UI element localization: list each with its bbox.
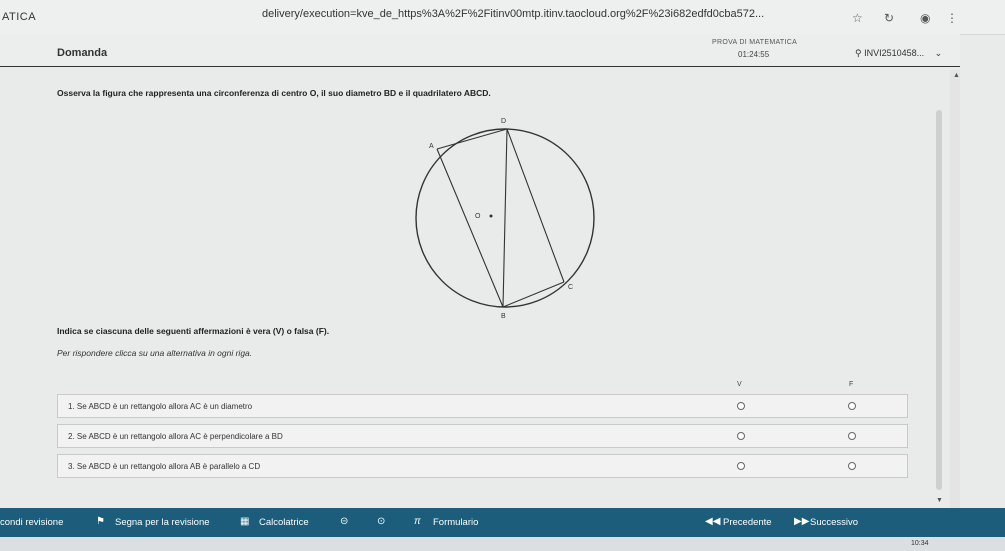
label-C: C: [568, 284, 573, 291]
exam-timer: 01:24:55: [738, 50, 770, 59]
statement-text: 3. Se ABCD è un rettangolo allora AB è p…: [68, 462, 261, 471]
statement-text: 1. Se ABCD è un rettangolo allora AC è u…: [68, 402, 253, 411]
scroll-down-icon[interactable]: ▼: [936, 497, 943, 504]
next-button[interactable]: Successivo: [810, 517, 858, 528]
circle-figure: D A O C B: [415, 118, 595, 320]
question-text: Osserva la figura che rappresenta una ci…: [57, 88, 491, 98]
zoom-out-icon[interactable]: ⊝: [340, 516, 348, 527]
radio-false-1[interactable]: [848, 402, 856, 410]
scrollbar-track[interactable]: [950, 70, 960, 508]
instruction-text: Indica se ciascuna delle seguenti afferm…: [57, 326, 330, 336]
previous-icon: ◀◀: [705, 516, 721, 527]
column-header-false: F: [849, 381, 854, 388]
label-A: A: [429, 143, 434, 150]
next-icon: ▶▶: [794, 516, 810, 527]
radio-true-2[interactable]: [737, 432, 745, 440]
scroll-up-icon[interactable]: ▲: [953, 72, 960, 79]
radio-true-1[interactable]: [737, 402, 745, 410]
kebab-menu-icon[interactable]: ⋮: [946, 11, 958, 25]
calculator-icon: ▦: [240, 516, 250, 527]
calculator-button[interactable]: Calcolatrice: [259, 517, 309, 528]
statement-row-1: 1. Se ABCD è un rettangolo allora AC è u…: [57, 394, 908, 418]
segment-BC: [502, 281, 565, 308]
label-O: O: [475, 213, 481, 220]
segment-AB: [436, 148, 504, 308]
scrollbar-thumb[interactable]: [936, 110, 942, 490]
segment-DB: [502, 128, 508, 308]
browser-toolbar: ATICA delivery/execution=kve_de_https%3A…: [0, 0, 1005, 35]
bottom-toolbar: condi revisione ⚑ Segna per la revisione…: [0, 508, 1005, 537]
center-point: [489, 214, 493, 218]
column-header-true: V: [737, 381, 742, 388]
radio-false-2[interactable]: [848, 432, 856, 440]
pi-icon: π: [414, 516, 421, 527]
profile-icon[interactable]: ◉: [920, 11, 930, 25]
statement-row-3: 3. Se ABCD è un rettangolo allora AB è p…: [57, 454, 908, 478]
statement-text: 2. Se ABCD è un rettangolo allora AC è p…: [68, 432, 283, 441]
chevron-down-icon: ⌄: [934, 48, 943, 58]
previous-button[interactable]: Precedente: [723, 517, 772, 528]
user-menu[interactable]: ⚲ INVI2510458... ⌄: [855, 48, 942, 59]
exam-title: PROVA DI MATEMATICA: [712, 39, 798, 46]
taskbar-clock: 10:34: [911, 540, 929, 547]
browser-tab-label[interactable]: ATICA: [2, 11, 36, 23]
formulario-button[interactable]: Formulario: [433, 517, 478, 528]
label-D: D: [501, 118, 506, 125]
os-taskbar: 10:34: [0, 537, 1005, 551]
radio-true-3[interactable]: [737, 462, 745, 470]
mark-review-button[interactable]: Segna per la revisione: [115, 517, 210, 528]
label-B: B: [501, 313, 506, 320]
radio-false-3[interactable]: [848, 462, 856, 470]
hint-text: Per rispondere clicca su una alternativa…: [57, 348, 253, 358]
zoom-in-icon[interactable]: ⊙: [377, 516, 385, 527]
review-button[interactable]: condi revisione: [0, 517, 63, 528]
address-bar[interactable]: delivery/execution=kve_de_https%3A%2F%2F…: [262, 8, 764, 20]
flag-icon: ⚑: [96, 516, 105, 527]
user-id: INVI2510458...: [864, 48, 925, 58]
statement-row-2: 2. Se ABCD è un rettangolo allora AC è p…: [57, 424, 908, 448]
user-icon: ⚲: [855, 48, 862, 58]
section-label: Domanda: [57, 47, 108, 59]
segment-DC: [506, 128, 565, 283]
star-icon[interactable]: ☆: [852, 11, 863, 25]
history-icon[interactable]: ↻: [884, 11, 894, 25]
exam-header: Domanda PROVA DI MATEMATICA 01:24:55 ⚲ I…: [0, 34, 960, 67]
segment-AD: [436, 128, 508, 150]
